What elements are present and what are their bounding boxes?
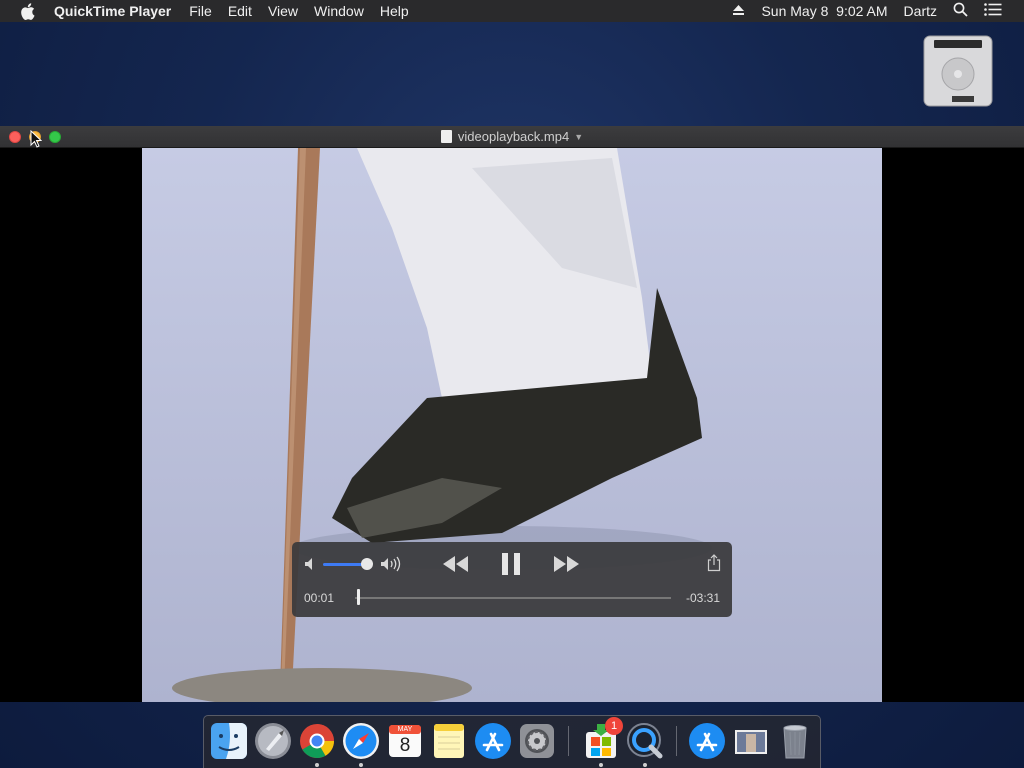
- calendar-day: 8: [399, 735, 411, 756]
- fast-forward-button[interactable]: [552, 552, 580, 576]
- calendar-icon[interactable]: MAY 8: [386, 722, 424, 760]
- eject-icon[interactable]: [732, 3, 745, 19]
- window-titlebar[interactable]: videoplayback.mp4 ▼: [0, 126, 1024, 148]
- close-button[interactable]: [9, 131, 21, 143]
- photo-thumbnail-icon[interactable]: [732, 722, 770, 760]
- dock-separator: [568, 726, 569, 756]
- finder-icon[interactable]: [210, 722, 248, 760]
- pause-button[interactable]: [498, 552, 524, 576]
- user-name[interactable]: Dartz: [904, 3, 937, 19]
- quicktime-icon[interactable]: [626, 722, 664, 760]
- zoom-button[interactable]: [49, 131, 61, 143]
- running-indicator: [643, 763, 647, 767]
- menu-file[interactable]: File: [189, 3, 212, 19]
- app-store-icon[interactable]: [474, 722, 512, 760]
- mouse-cursor-icon: [30, 129, 43, 148]
- search-icon[interactable]: [953, 2, 968, 20]
- app-name-menu[interactable]: QuickTime Player: [54, 3, 171, 19]
- volume-low-icon[interactable]: [303, 556, 319, 572]
- quicktime-window: videoplayback.mp4 ▼ 00:01 -03:31: [0, 126, 1024, 702]
- launchpad-icon[interactable]: [254, 722, 292, 760]
- apple-icon[interactable]: [18, 2, 36, 20]
- volume-thumb[interactable]: [361, 558, 374, 570]
- window-title-text: videoplayback.mp4: [457, 129, 570, 144]
- elapsed-time: 00:01: [304, 591, 335, 605]
- running-indicator: [315, 763, 319, 767]
- list-icon[interactable]: [984, 3, 1002, 19]
- hard-drive-icon[interactable]: [922, 34, 994, 108]
- share-icon[interactable]: [707, 554, 721, 572]
- dock: MAY 8: [203, 715, 821, 768]
- dock-separator: [676, 726, 677, 756]
- menu-edit[interactable]: Edit: [228, 3, 252, 19]
- playhead[interactable]: [356, 589, 360, 605]
- clock[interactable]: Sun May 8 9:02 AM: [761, 3, 887, 19]
- timeline-scrubber[interactable]: [355, 597, 671, 599]
- chrome-icon[interactable]: [298, 722, 336, 760]
- menu-bar: QuickTime Player File Edit View Window H…: [0, 0, 1024, 22]
- running-indicator: [599, 763, 603, 767]
- menu-window[interactable]: Window: [314, 3, 364, 19]
- running-indicator: [359, 763, 363, 767]
- playback-controls: 00:01 -03:31: [292, 542, 732, 617]
- document-icon: [440, 130, 452, 143]
- chevron-down-icon[interactable]: ▼: [574, 132, 583, 142]
- safari-icon[interactable]: [342, 722, 380, 760]
- window-title[interactable]: videoplayback.mp4 ▼: [440, 129, 583, 144]
- menu-view[interactable]: View: [268, 3, 298, 19]
- rewind-button[interactable]: [442, 552, 470, 576]
- volume-high-icon[interactable]: [379, 556, 401, 572]
- menu-help[interactable]: Help: [380, 3, 409, 19]
- notification-badge: 1: [605, 717, 623, 735]
- remaining-time: -03:31: [685, 591, 720, 605]
- app-store-folder-icon[interactable]: [688, 722, 726, 760]
- trash-icon[interactable]: [776, 722, 814, 760]
- system-preferences-icon[interactable]: [518, 722, 556, 760]
- calendar-month: MAY: [397, 726, 413, 733]
- video-frame[interactable]: [142, 148, 882, 702]
- notes-icon[interactable]: [430, 722, 468, 760]
